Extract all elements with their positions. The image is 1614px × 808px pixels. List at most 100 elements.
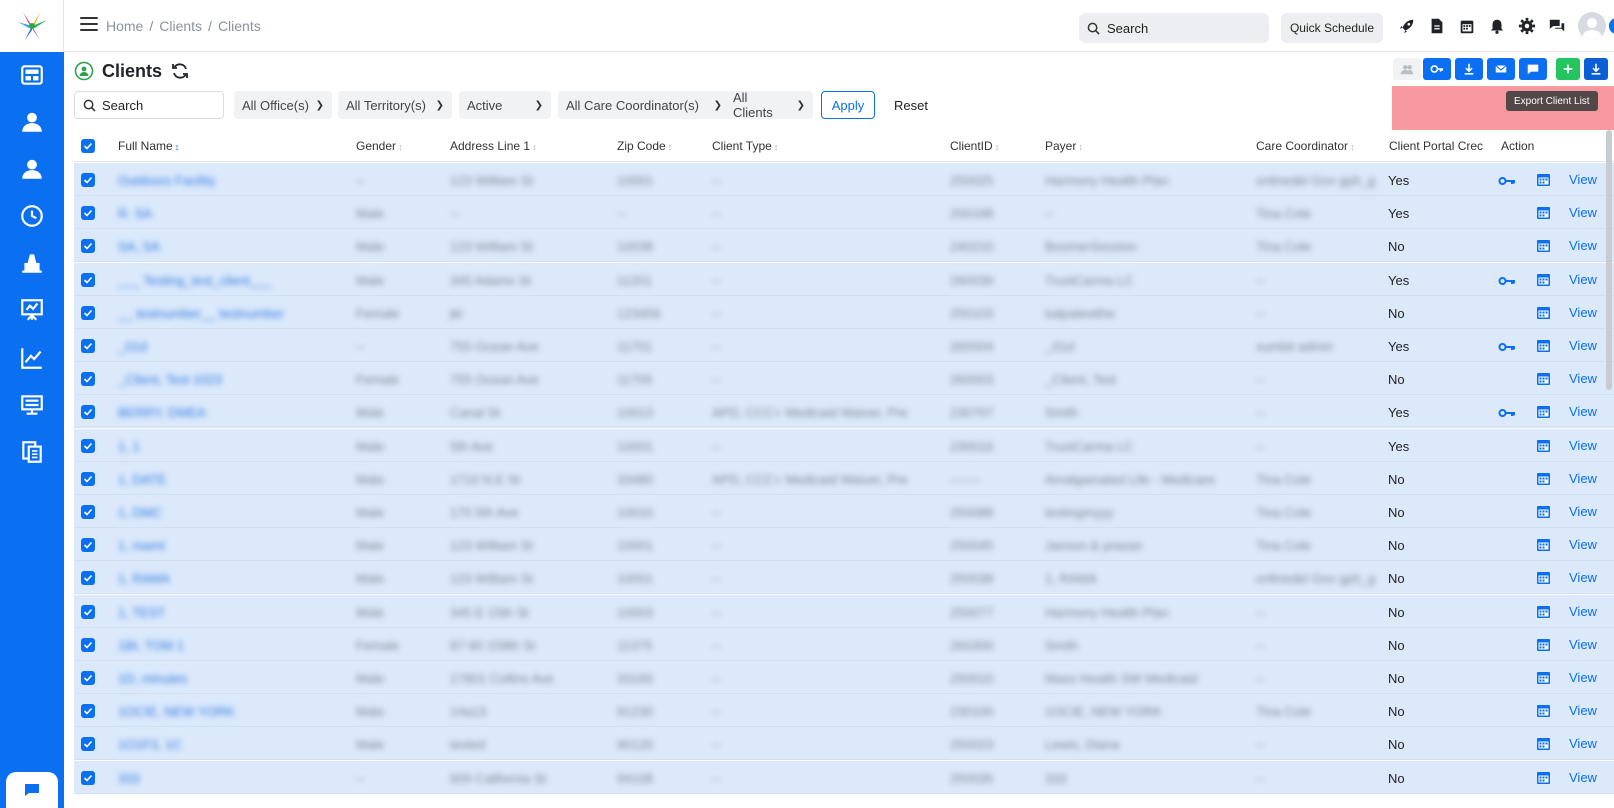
schedule-calendar-icon[interactable]	[1536, 637, 1551, 652]
brand-logo-icon[interactable]	[0, 0, 64, 52]
schedule-calendar-icon[interactable]	[1536, 770, 1551, 785]
cell-name[interactable]: 1, TEST	[118, 605, 338, 620]
add-client-button[interactable]	[1556, 58, 1580, 80]
download-button[interactable]	[1455, 58, 1483, 80]
col-address[interactable]: Address Line 1 ↕	[450, 139, 537, 153]
col-gender[interactable]: Gender ↕	[356, 139, 403, 153]
schedule-calendar-icon[interactable]	[1536, 404, 1551, 419]
avatar[interactable]	[1578, 12, 1606, 40]
schedule-calendar-icon[interactable]	[1536, 703, 1551, 718]
table-row[interactable]: 1BI, TOM 1 Female 87-90 158th St 11375 -- 260…	[74, 627, 1614, 661]
view-link[interactable]: View	[1569, 770, 1597, 785]
view-link[interactable]: View	[1569, 272, 1597, 287]
table-row[interactable]: ___ Testing_test_client___ Male 345 Adams …	[74, 262, 1614, 296]
col-zip[interactable]: Zip Code ↕	[617, 139, 672, 153]
row-checkbox[interactable]	[81, 305, 95, 320]
portal-key-icon[interactable]	[1498, 340, 1516, 352]
table-row[interactable]: BERRY, DMEA Male Canal St 10013 APD, CCC+ Me…	[74, 395, 1614, 429]
row-checkbox[interactable]	[81, 239, 95, 254]
row-checkbox[interactable]	[81, 704, 95, 719]
cell-name[interactable]: R. SA	[118, 206, 338, 221]
view-link[interactable]: View	[1569, 338, 1597, 353]
client-icon[interactable]	[0, 149, 64, 189]
message-button[interactable]	[1519, 58, 1547, 80]
table-row[interactable]: __ testnumber__ testnumber Female jkl 12345…	[74, 295, 1614, 329]
cell-name[interactable]: _Client, Test 1023	[118, 372, 338, 387]
dashboard-icon[interactable]	[0, 55, 64, 95]
cell-name[interactable]: SA, SA	[118, 239, 338, 254]
reset-filters-button[interactable]: Reset	[886, 91, 936, 119]
presentation-icon[interactable]	[0, 290, 64, 330]
cell-name[interactable]: ___ Testing_test_client___	[118, 273, 338, 288]
col-payer[interactable]: Payer ↕	[1045, 139, 1083, 153]
view-link[interactable]: View	[1569, 703, 1597, 718]
view-link[interactable]: View	[1569, 637, 1597, 652]
cell-name[interactable]: Outdoors Facility	[118, 173, 338, 188]
row-checkbox[interactable]	[81, 538, 95, 553]
schedule-calendar-icon[interactable]	[1536, 305, 1551, 320]
cell-name[interactable]: 1OCIE, NEW YORK	[118, 704, 338, 719]
table-scrollbar[interactable]	[1606, 130, 1612, 390]
hamburger-menu-icon[interactable]	[80, 17, 98, 33]
schedule-calendar-icon[interactable]	[1536, 371, 1551, 386]
view-link[interactable]: View	[1569, 305, 1597, 320]
calendar-icon[interactable]	[1457, 16, 1477, 36]
table-row[interactable]: 1, mamt Male 123 William St 10001 -- 250045 Ja…	[74, 528, 1614, 562]
cell-name[interactable]: 1, DMC	[118, 505, 338, 520]
analytics-chart-icon[interactable]	[0, 338, 64, 378]
bell-icon[interactable]	[1487, 16, 1507, 36]
cell-name[interactable]: _01d	[118, 339, 338, 354]
select-all-checkbox[interactable]	[81, 139, 95, 153]
row-checkbox[interactable]	[81, 206, 95, 221]
view-link[interactable]: View	[1569, 504, 1597, 519]
col-client-id[interactable]: ClientID ↕	[950, 139, 999, 153]
status-filter-select[interactable]: Active ❯	[459, 91, 551, 119]
territory-filter-select[interactable]: All Territory(s) ❯	[338, 91, 452, 119]
apply-filters-button[interactable]: Apply	[821, 91, 875, 119]
portal-key-icon[interactable]	[1498, 406, 1516, 418]
row-checkbox[interactable]	[81, 571, 95, 586]
schedule-calendar-icon[interactable]	[1536, 504, 1551, 519]
export-client-list-button[interactable]	[1584, 58, 1608, 80]
global-search-input[interactable]: Search	[1079, 13, 1269, 43]
breadcrumb-home[interactable]: Home	[106, 18, 143, 34]
care-coordinator-filter-select[interactable]: All Care Coordinator(s) ❯	[558, 91, 730, 119]
table-row[interactable]: 1OCIE, NEW YORK Male 14a13 91230 -- 230100 1OC…	[74, 694, 1614, 728]
col-full-name[interactable]: Full Name ↕	[118, 139, 179, 153]
help-icon[interactable]: ?	[1607, 16, 1614, 36]
row-checkbox[interactable]	[81, 737, 95, 752]
documents-icon[interactable]	[0, 432, 64, 472]
breadcrumb-clients[interactable]: Clients	[159, 18, 202, 34]
monitor-icon[interactable]	[0, 385, 64, 425]
row-checkbox[interactable]	[81, 637, 95, 652]
table-row[interactable]: _Client, Test 1023 Female 755 Ocean Ave 117…	[74, 362, 1614, 396]
row-checkbox[interactable]	[81, 505, 95, 519]
row-checkbox[interactable]	[81, 339, 95, 353]
clients-filter-select[interactable]: All Clients ❯	[725, 90, 813, 120]
col-care-coordinator[interactable]: Care Coordinator ↕	[1256, 139, 1355, 153]
row-checkbox[interactable]	[81, 770, 95, 785]
refresh-icon[interactable]	[170, 61, 190, 81]
email-button[interactable]	[1487, 58, 1515, 80]
row-checkbox[interactable]	[81, 671, 95, 685]
table-row[interactable]: R. SA Male -- -- -- 200198 -- Tina Cole Yes View	[74, 196, 1614, 230]
gear-icon[interactable]	[1517, 16, 1537, 36]
view-link[interactable]: View	[1569, 172, 1597, 187]
cell-name[interactable]: 1, 1	[118, 439, 338, 454]
view-link[interactable]: View	[1569, 670, 1597, 685]
schedule-calendar-icon[interactable]	[1536, 238, 1551, 253]
view-link[interactable]: View	[1569, 205, 1597, 220]
schedule-calendar-icon[interactable]	[1536, 670, 1551, 685]
client-search-input[interactable]: Search	[74, 91, 224, 119]
view-link[interactable]: View	[1569, 471, 1597, 486]
table-row[interactable]: 333 -- 600 California St 94108 -- 250035 333 --…	[74, 760, 1614, 794]
cell-name[interactable]: 1D, minutes	[118, 671, 338, 686]
table-row[interactable]: 1, DMC Male 175 5th Ave 10010 -- 250088 testin…	[74, 495, 1614, 528]
row-checkbox[interactable]	[81, 604, 95, 619]
view-link[interactable]: View	[1569, 238, 1597, 253]
quick-schedule-button[interactable]: Quick Schedule	[1281, 13, 1383, 43]
schedule-calendar-icon[interactable]	[1536, 471, 1551, 486]
view-link[interactable]: View	[1569, 570, 1597, 585]
caregiver-icon[interactable]	[0, 102, 64, 142]
row-checkbox[interactable]	[81, 372, 95, 387]
